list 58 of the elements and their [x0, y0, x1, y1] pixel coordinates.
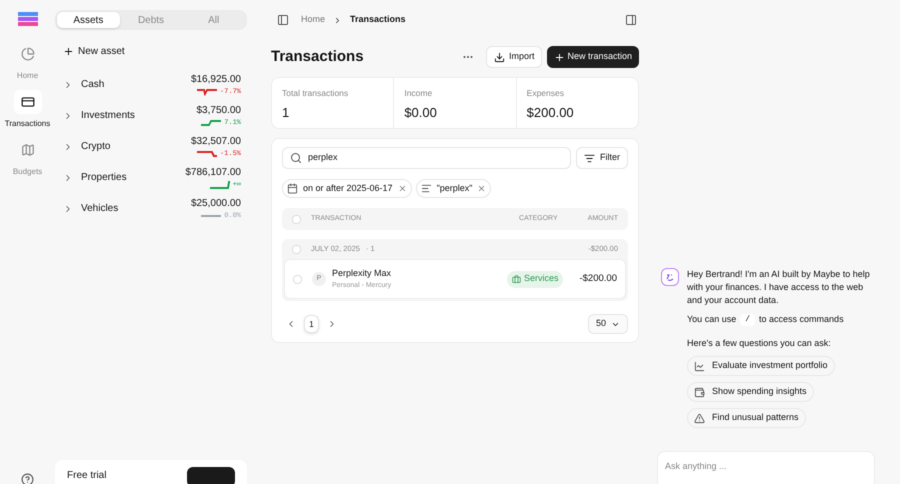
briefcase-icon [512, 274, 521, 284]
questions-title: Here's a few questions you can ask: [687, 336, 832, 350]
filter-icon [584, 152, 595, 164]
warning-icon [694, 412, 705, 424]
plus-icon [63, 46, 74, 57]
close-icon [398, 184, 407, 193]
pie-chart-icon [20, 47, 34, 61]
download-icon [494, 52, 505, 62]
breadcrumb-link[interactable]: Home [301, 13, 326, 27]
line-chart-icon [694, 360, 705, 372]
close-icon [477, 184, 486, 193]
panel-toggle-icon[interactable] [625, 14, 637, 26]
transaction-amount: -$200.00 [579, 272, 617, 286]
page-size-select[interactable]: 50 [588, 314, 628, 334]
page-title: Transactions [271, 46, 365, 67]
transaction-name: Perplexity Max [332, 266, 392, 280]
stat-value: 1 [282, 104, 290, 122]
import-button[interactable]: Import [486, 46, 542, 68]
wallet-icon [694, 386, 705, 398]
stat-value: $0.00 [404, 104, 438, 122]
ai-face-icon [665, 272, 675, 282]
trial-card: Free trial [55, 460, 247, 484]
new-asset-button[interactable]: New asset [63, 44, 125, 59]
suggestion-chip[interactable]: Find unusual patterns [687, 408, 806, 428]
tab[interactable]: Assets [57, 12, 120, 28]
suggestion-chip[interactable]: Show spending insights [687, 382, 814, 402]
hint-text: to access commands [759, 313, 844, 326]
sidebar-toggle-icon[interactable] [277, 14, 289, 26]
assistant-message: Hey Bertrand! I'm an AI built by Maybe to help with your finances. I have access to the web and your account data. [687, 268, 871, 307]
command-key: / [740, 314, 756, 326]
new-transaction-button[interactable]: New transaction [547, 46, 639, 68]
page-button[interactable]: 1 [304, 315, 319, 333]
checkbox[interactable] [292, 244, 301, 254]
search-field[interactable]: perplex [282, 147, 571, 169]
map-icon [20, 143, 34, 157]
stat-label: Expenses [526, 87, 565, 100]
nav-item[interactable]: Transactions [2, 90, 54, 130]
search-input: perplex [308, 151, 563, 165]
suggestion-chip[interactable]: Evaluate investment portfolio [687, 356, 835, 376]
breadcrumb-current: Transactions [350, 13, 406, 26]
stat-label: Income [404, 87, 434, 100]
help-icon[interactable] [21, 473, 34, 484]
calendar-icon [287, 183, 298, 194]
checkbox[interactable] [293, 274, 302, 284]
hint-text: You can use [687, 313, 736, 326]
card-icon [20, 95, 34, 109]
stat-value: $200.00 [526, 104, 575, 122]
trial-button[interactable] [187, 467, 235, 484]
stat-label: Total transactions [282, 87, 350, 100]
text-filter-icon [420, 183, 432, 194]
plus-icon [554, 52, 566, 62]
chat-input[interactable]: Ask anything ... [657, 451, 875, 484]
filter-chip[interactable]: on or after 2025-06-17 [282, 179, 412, 198]
filter-button[interactable]: Filter [576, 147, 628, 169]
filter-chip[interactable]: "perplex" [416, 179, 492, 198]
logo-icon [18, 12, 38, 26]
checkbox[interactable] [292, 214, 301, 224]
search-icon [290, 152, 302, 164]
